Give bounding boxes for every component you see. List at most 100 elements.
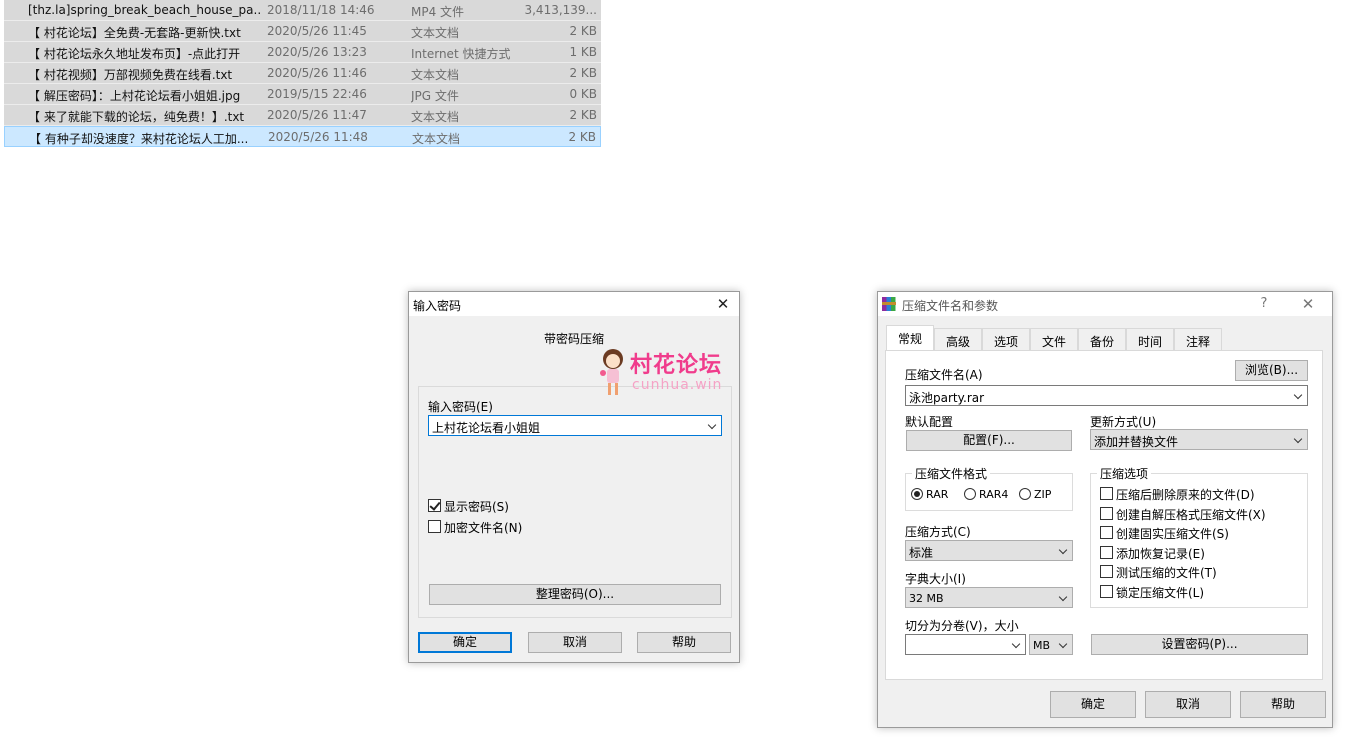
tab-1[interactable]: 高级 [934, 328, 982, 350]
option-checkbox-0[interactable] [1100, 487, 1113, 500]
format-radio-2[interactable] [1019, 488, 1031, 500]
file-type: MP4 文件 [411, 5, 465, 19]
help-button[interactable]: 帮助 [637, 632, 731, 653]
file-name: 【 村花论坛永久地址发布页】-点此打开 [28, 47, 241, 61]
organize-passwords-button[interactable]: 整理密码(O)... [429, 584, 721, 605]
option-label: 锁定压缩文件(L) [1116, 585, 1205, 600]
password-dialog-titlebar: 输入密码 ✕ [409, 292, 739, 316]
help-button[interactable]: 帮助 [1240, 691, 1326, 718]
option-checkbox-2[interactable] [1100, 526, 1113, 539]
file-row[interactable]: 【 有种子却没速度？来村花论坛人工加... 2020/5/26 11:48 文本文档… [4, 126, 601, 147]
option-label: 创建固实压缩文件(S) [1116, 527, 1229, 541]
file-type: 文本文档 [411, 110, 460, 124]
encrypt-filenames-label: 加密文件名(N) [444, 521, 523, 535]
file-row[interactable]: 【 村花论坛】全免费-无套路-更新快.txt 2020/5/26 11:45 文本文… [4, 21, 601, 42]
option-checkbox-1[interactable] [1100, 506, 1113, 520]
show-password-checkbox[interactable] [428, 499, 441, 512]
set-password-button[interactable]: 设置密码(P)... [1091, 634, 1308, 655]
compression-method-select[interactable]: 标准 [905, 540, 1073, 561]
chevron-down-icon[interactable] [1293, 434, 1303, 444]
browse-button[interactable]: 浏览(B)... [1235, 360, 1308, 381]
file-date: 2020/5/26 11:48 [268, 130, 368, 144]
chevron-down-icon[interactable] [1058, 639, 1068, 649]
file-date: 2020/5/26 11:45 [267, 24, 367, 38]
file-name: 【 来了就能下载的论坛，纯免费！】.txt [28, 110, 245, 124]
chevron-down-icon[interactable] [707, 420, 717, 430]
file-size: 2 KB [569, 66, 597, 80]
archive-name-label: 压缩文件名(A) [905, 368, 983, 382]
format-radio-1[interactable] [964, 488, 976, 500]
dictionary-size-label: 字典大小(I) [905, 572, 966, 586]
file-size: 2 KB [568, 130, 596, 144]
archive-format-label: 压缩文件格式 [912, 465, 991, 482]
file-date: 2020/5/26 11:47 [267, 108, 367, 122]
compression-method-label: 压缩方式(C) [905, 525, 971, 539]
profiles-button[interactable]: 配置(F)... [906, 430, 1072, 451]
file-date: 2020/5/26 11:46 [267, 66, 367, 80]
help-icon[interactable]: ? [1254, 294, 1274, 314]
file-row[interactable]: 【 来了就能下载的论坛，纯免费！】.txt 2020/5/26 11:47 文本文档… [4, 105, 601, 126]
dictionary-size-value: 32 MB [909, 592, 944, 605]
file-row[interactable]: 【 解压密码】：上村花论坛看小姐姐.jpg 2019/5/15 22:46 JPG … [4, 84, 601, 105]
format-label: RAR [926, 488, 949, 501]
file-row[interactable]: 【 村花视频】万部视频免费在线看.txt 2020/5/26 11:46 文本文档 2… [4, 63, 601, 84]
password-input[interactable]: 上村花论坛看小姐姐 [428, 415, 722, 436]
file-size: 2 KB [569, 24, 597, 38]
update-mode-select[interactable]: 添加并替换文件 [1090, 429, 1308, 450]
cancel-button[interactable]: 取消 [528, 632, 622, 653]
tab-4[interactable]: 备份 [1078, 328, 1126, 350]
file-type: 文本文档 [411, 26, 460, 40]
ok-button[interactable]: 确定 [1050, 691, 1136, 718]
password-dialog-title: 输入密码 [413, 299, 462, 313]
file-size: 3,413,139... [524, 3, 597, 17]
archive-name-input[interactable]: 泳池party.rar [905, 385, 1308, 406]
watermark-text: 村花论坛 [630, 353, 723, 378]
tab-0[interactable]: 常规 [886, 325, 934, 351]
archive-name-and-parameters-dialog: 压缩文件名和参数 ? ✕ 常规 高级 选项 文件 备份 时间 注释 压缩文件名(A) 浏览(… [877, 291, 1333, 728]
option-checkbox-3[interactable] [1100, 545, 1113, 559]
encrypt-filenames-checkbox[interactable] [428, 520, 441, 533]
tab-6[interactable]: 注释 [1174, 328, 1222, 350]
file-type: Internet 快捷方式 [411, 47, 511, 61]
ok-button[interactable]: 确定 [418, 632, 512, 653]
split-size-input[interactable] [905, 634, 1026, 655]
tab-2[interactable]: 选项 [982, 328, 1030, 350]
forum-watermark: 村花论坛 cunhua.win [598, 345, 758, 405]
archive-dialog-title: 压缩文件名和参数 [902, 299, 999, 313]
chevron-down-icon[interactable] [1058, 545, 1068, 555]
watermark-url: cunhua.win [632, 377, 723, 393]
file-size: 2 KB [569, 108, 597, 122]
file-type: 文本文档 [411, 68, 460, 82]
cancel-button[interactable]: 取消 [1145, 691, 1231, 718]
format-label: ZIP [1034, 488, 1052, 501]
archive-name-value: 泳池party.rar [909, 391, 985, 405]
format-radio-0[interactable] [911, 488, 923, 500]
password-label: 输入密码(E) [428, 400, 493, 414]
file-row[interactable]: 【 村花论坛永久地址发布页】-点此打开 2020/5/26 13:23 Intern… [4, 42, 601, 63]
update-mode-value: 添加并替换文件 [1094, 435, 1179, 449]
split-unit-select[interactable]: MB [1029, 634, 1073, 655]
file-list: [thz.la]spring_break_beach_house_pa... 20… [4, 0, 601, 147]
file-name: 【 有种子却没速度？来村花论坛人工加... [29, 132, 249, 146]
option-label: 添加恢复记录(E) [1116, 546, 1205, 561]
archive-format-group: 压缩文件格式 RAR RAR4 ZIP [905, 465, 1073, 511]
tab-3[interactable]: 文件 [1030, 328, 1078, 350]
dictionary-size-select[interactable]: 32 MB [905, 587, 1073, 608]
tab-5[interactable]: 时间 [1126, 328, 1174, 350]
winrar-icon [882, 297, 896, 311]
general-tab-panel: 压缩文件名(A) 浏览(B)... 泳池party.rar 默认配置 配置(F)… [885, 350, 1323, 680]
file-row[interactable]: [thz.la]spring_break_beach_house_pa... 20… [4, 0, 601, 21]
file-size: 1 KB [569, 45, 597, 59]
file-date: 2019/5/15 22:46 [267, 87, 367, 101]
option-label: 压缩后删除原来的文件(D) [1116, 488, 1255, 502]
close-icon[interactable]: ✕ [713, 294, 733, 314]
format-label: RAR4 [979, 488, 1009, 501]
chevron-down-icon[interactable] [1293, 390, 1303, 400]
close-icon[interactable]: ✕ [1298, 294, 1318, 314]
split-unit-value: MB [1033, 639, 1051, 652]
chevron-down-icon[interactable] [1011, 639, 1021, 649]
option-checkbox-4[interactable] [1100, 565, 1113, 578]
option-checkbox-5[interactable] [1100, 584, 1113, 598]
archive-dialog-titlebar: 压缩文件名和参数 ? ✕ [878, 292, 1332, 316]
chevron-down-icon[interactable] [1058, 592, 1068, 602]
